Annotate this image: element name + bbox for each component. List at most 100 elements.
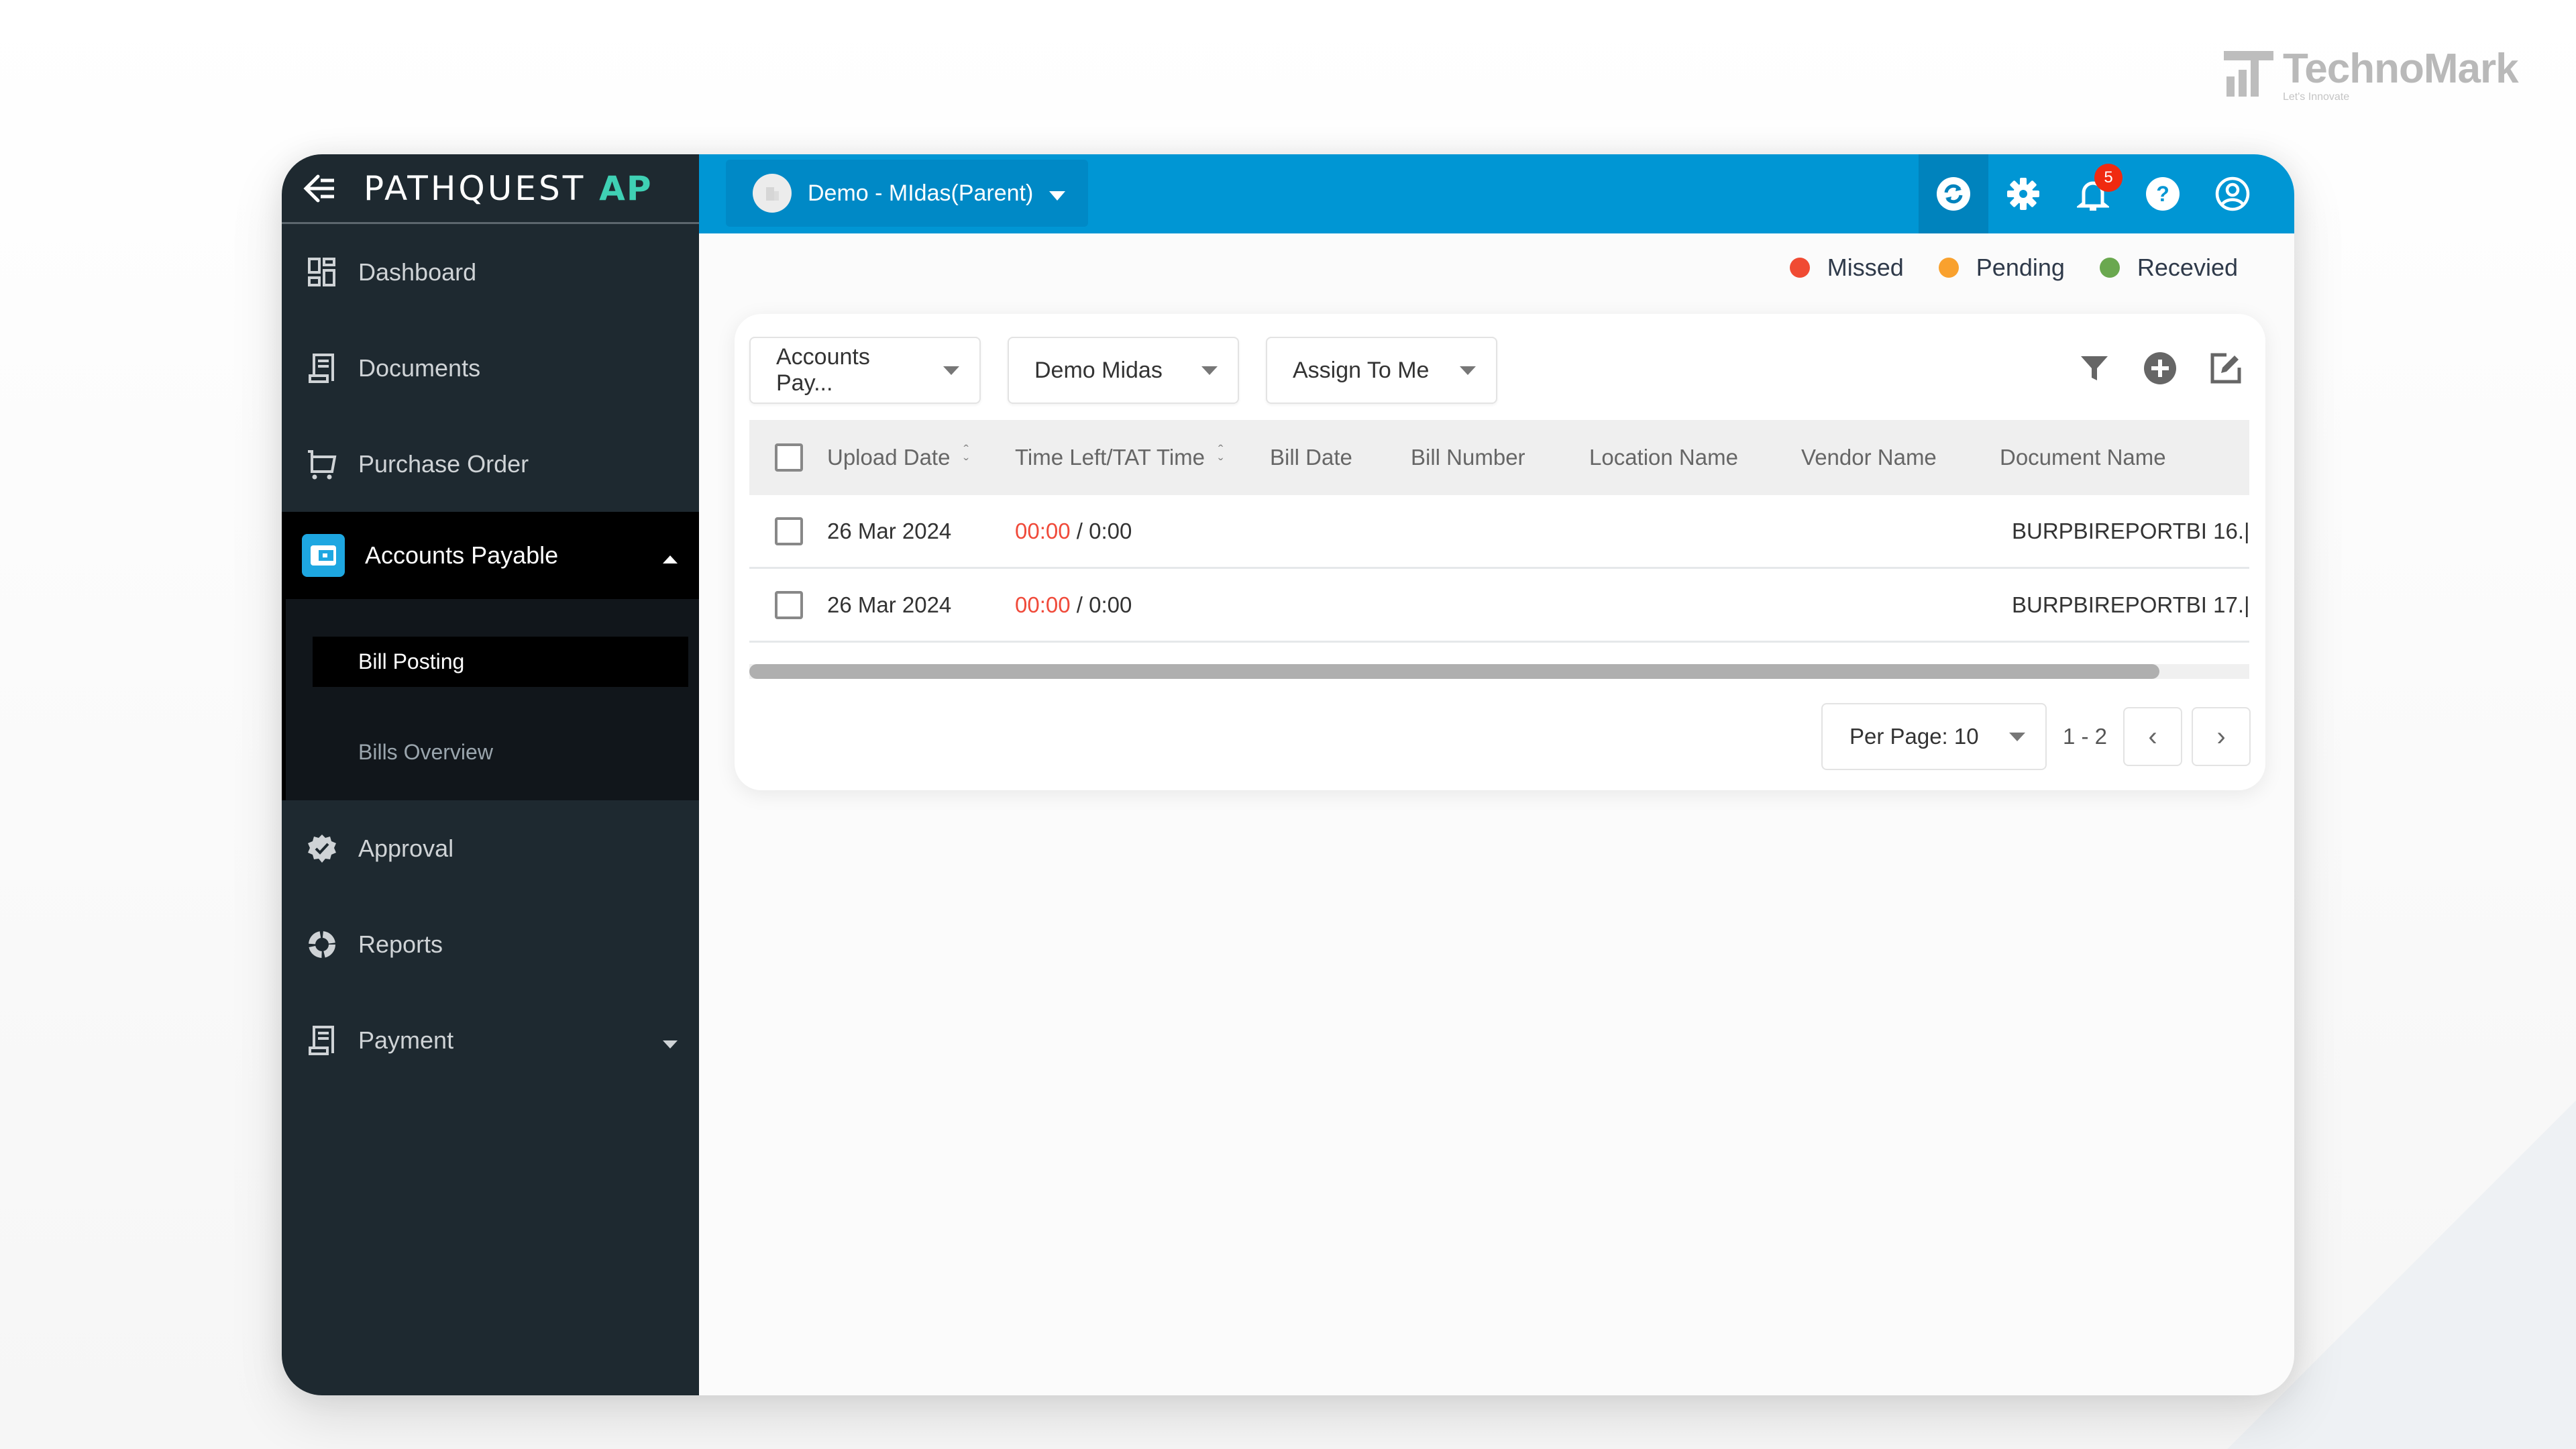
caret-down-icon	[663, 1026, 678, 1055]
column-bill-number: Bill Number	[1411, 445, 1525, 470]
app-logo: PATHQUEST AP	[364, 169, 653, 208]
column-time-left[interactable]: Time Left/TAT Time ˆˇ	[1015, 444, 1270, 471]
column-upload-date[interactable]: Upload Date ˆˇ	[827, 444, 1015, 471]
sidebar-header: PATHQUEST AP	[282, 154, 699, 224]
received-dot-icon	[2099, 258, 2120, 278]
caret-up-icon	[663, 541, 678, 570]
top-bar-actions: 5 ?	[1919, 154, 2267, 233]
caret-down-icon	[1049, 180, 1066, 207]
edit-icon	[2210, 353, 2241, 384]
table-row[interactable]: 26 Mar 2024 00:00 / 0:00 BURPBIREPORTBI …	[749, 495, 2249, 569]
organization-switcher[interactable]: Demo - MIdas(Parent)	[726, 160, 1088, 227]
sidebar: PATHQUEST AP Dashboard Documents Purchas…	[282, 154, 699, 1395]
building-icon	[753, 174, 792, 213]
legend-label: Recevied	[2137, 254, 2238, 281]
column-location-name: Location Name	[1589, 445, 1738, 470]
technomark-logo-icon	[2224, 48, 2273, 97]
submenu-item-bills-overview[interactable]: Bills Overview	[313, 727, 688, 777]
assignment-dropdown-value: Assign To Me	[1293, 357, 1430, 383]
sort-icon[interactable]: ˆˇ	[963, 444, 968, 471]
select-all-checkbox[interactable]	[775, 443, 803, 472]
watermark-tagline: Let's Innovate	[2283, 91, 2350, 103]
sidebar-item-label: Payment	[358, 1026, 454, 1054]
notifications-button[interactable]: 5	[2058, 154, 2128, 233]
tat-time-value: 0:00	[1089, 518, 1132, 543]
per-page-dropdown[interactable]: Per Page: 10	[1821, 703, 2047, 770]
help-button[interactable]: ?	[2128, 154, 2198, 233]
collapse-sidebar-button[interactable]	[303, 174, 337, 203]
module-dropdown-value: Accounts Pay...	[776, 344, 870, 396]
column-bill-date: Bill Date	[1270, 445, 1352, 470]
plus-circle-icon	[2144, 352, 2176, 384]
caret-down-icon	[1201, 366, 1218, 375]
sidebar-item-label: Reports	[358, 930, 443, 958]
sort-icon[interactable]: ˆˇ	[1218, 444, 1223, 471]
sidebar-item-label: Approval	[358, 834, 454, 862]
user-profile-button[interactable]	[2198, 154, 2267, 233]
sidebar-item-label: Accounts Payable	[365, 541, 559, 569]
next-page-button[interactable]: ›	[2192, 707, 2251, 766]
top-bar: Demo - MIdas(Parent) 5 ?	[699, 154, 2294, 233]
logo-main: PATHQUEST	[364, 168, 586, 208]
time-left-value: 00:00	[1015, 592, 1071, 617]
row-checkbox[interactable]	[775, 590, 803, 619]
sync-button[interactable]	[1919, 154, 1988, 233]
sidebar-item-approval[interactable]: Approval	[282, 800, 699, 896]
add-button[interactable]	[2141, 349, 2180, 388]
document-link[interactable]: BURPBIREPORTBI 17.|	[2000, 590, 2249, 621]
sidebar-item-accounts-payable[interactable]: Accounts Payable	[282, 512, 699, 599]
pagination: Per Page: 10 1 - 2 ‹ ›	[1821, 703, 2251, 770]
page-range: 1 - 2	[2062, 724, 2107, 749]
submenu-item-bill-posting[interactable]: Bill Posting	[313, 637, 688, 687]
filter-icon	[2081, 356, 2108, 380]
tat-time-value: 0:00	[1089, 592, 1132, 617]
sidebar-item-reports[interactable]: Reports	[282, 896, 699, 992]
legend-item-missed: Missed	[1789, 254, 1904, 282]
legend-item-pending: Pending	[1938, 254, 2065, 282]
badge-check-icon	[306, 833, 338, 865]
previous-page-button[interactable]: ‹	[2123, 707, 2182, 766]
scrollbar-thumb[interactable]	[749, 664, 2159, 679]
app-window: PATHQUEST AP Dashboard Documents Purchas…	[282, 154, 2294, 1395]
assignment-dropdown[interactable]: Assign To Me	[1266, 337, 1497, 404]
module-dropdown[interactable]: Accounts Pay...	[749, 337, 981, 404]
document-name: BURPBIREPORTBI 16.|	[2012, 518, 2249, 543]
table-row[interactable]: 26 Mar 2024 00:00 / 0:00 BURPBIREPORTBI …	[749, 569, 2249, 643]
notification-count-badge: 5	[2094, 164, 2123, 192]
bills-card: Accounts Pay... Demo Midas Assign To Me	[735, 314, 2265, 790]
upload-date-cell: 26 Mar 2024	[827, 592, 952, 617]
accounts-payable-submenu: Bill Posting Bills Overview	[282, 599, 699, 800]
sidebar-item-payment[interactable]: Payment	[282, 992, 699, 1088]
sidebar-item-purchase-order[interactable]: Purchase Order	[282, 416, 699, 512]
sidebar-item-documents[interactable]: Documents	[282, 320, 699, 416]
edit-button[interactable]	[2206, 349, 2245, 388]
settings-button[interactable]	[1988, 154, 2058, 233]
document-link[interactable]: BURPBIREPORTBI 16.|	[2000, 516, 2249, 547]
time-left-cell: 00:00 / 0:00	[1015, 518, 1132, 543]
table-header: Upload Date ˆˇ Time Left/TAT Time ˆˇ Bil…	[749, 420, 2249, 495]
horizontal-scrollbar[interactable]	[749, 664, 2249, 679]
company-dropdown-value: Demo Midas	[1034, 357, 1163, 383]
watermark-name: TechnoMark	[2283, 46, 2519, 92]
row-checkbox[interactable]	[775, 517, 803, 545]
user-icon	[2215, 176, 2250, 211]
bills-table: Upload Date ˆˇ Time Left/TAT Time ˆˇ Bil…	[749, 420, 2249, 643]
sidebar-item-label: Purchase Order	[358, 449, 529, 478]
legend-label: Missed	[1827, 254, 1904, 281]
column-document-name: Document Name	[2000, 445, 2166, 470]
company-dropdown[interactable]: Demo Midas	[1008, 337, 1239, 404]
legend-label: Pending	[1976, 254, 2065, 281]
sidebar-item-dashboard[interactable]: Dashboard	[282, 224, 699, 320]
caret-down-icon	[943, 366, 959, 375]
donut-chart-icon	[306, 928, 338, 961]
dashboard-grid-icon	[306, 256, 338, 288]
arrow-left-menu-icon	[303, 174, 334, 202]
status-legend: Missed Pending Recevied	[1789, 254, 2238, 282]
logo-suffix: AP	[599, 168, 653, 208]
filter-button[interactable]	[2075, 349, 2114, 388]
sidebar-item-label: Dashboard	[358, 258, 477, 286]
gear-icon	[2007, 178, 2039, 210]
card-actions	[2075, 349, 2245, 388]
svg-text:?: ?	[2156, 182, 2169, 206]
pending-dot-icon	[1938, 258, 1959, 278]
